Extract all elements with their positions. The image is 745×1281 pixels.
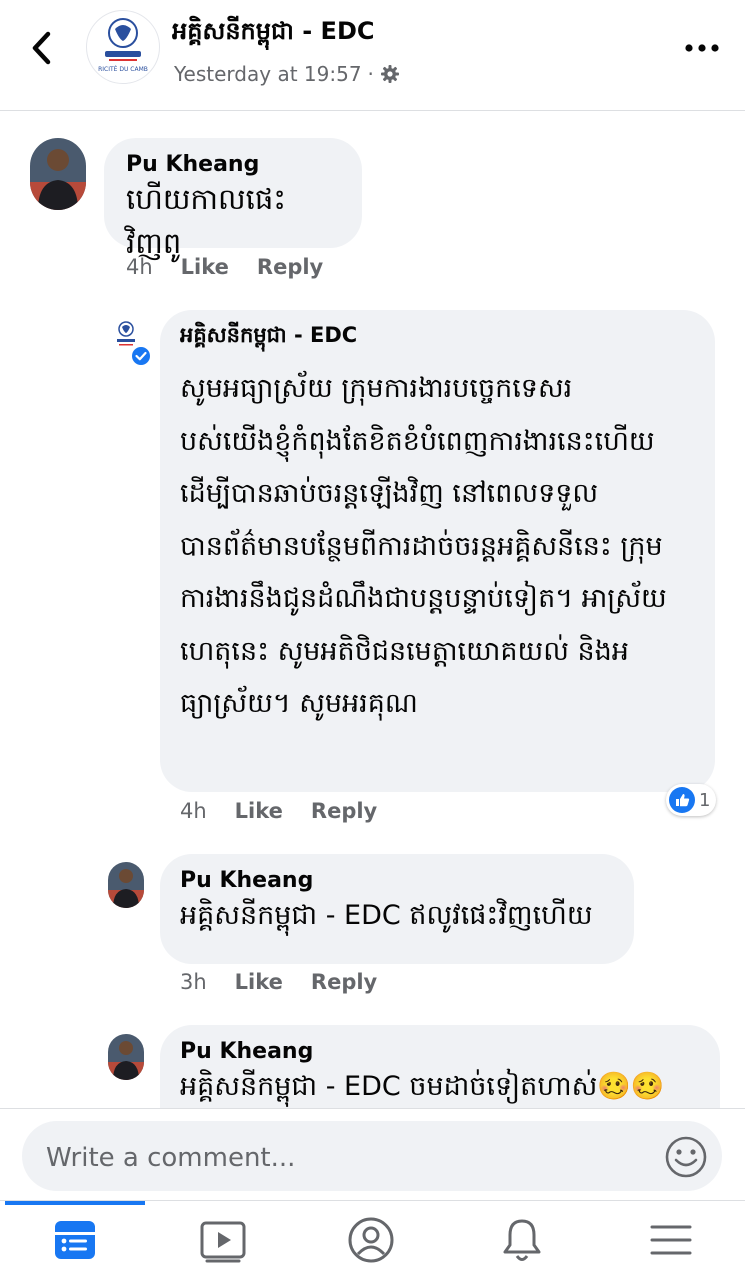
smiley-icon	[665, 1136, 707, 1178]
comment-line: ដើម្បីបានឆាប់ចរន្តឡើងវិញ នៅពេលទទួល	[180, 478, 599, 509]
comment-composer	[0, 1108, 745, 1201]
user-avatar-image	[108, 862, 144, 908]
emoji-button[interactable]	[664, 1135, 708, 1179]
reply-button[interactable]: Reply	[311, 970, 377, 994]
tab-menu[interactable]	[646, 1215, 696, 1265]
comment-line: ហេតុនេះ សូមអតិថិជនមេត្តាយោគយល់ និងអ	[180, 635, 629, 667]
comment-input-box[interactable]	[22, 1121, 722, 1191]
comment-actions: 4h Like Reply	[180, 799, 377, 823]
comment-line: ធ្យាស្រ័យ។ សូមអរគុណ	[180, 688, 418, 719]
page-logo[interactable]: RICITÉ DU CAMB	[86, 10, 160, 84]
thumbs-up-icon	[669, 787, 695, 813]
menu-icon	[650, 1225, 692, 1255]
user-avatar-image	[108, 1034, 144, 1080]
profile-icon	[348, 1217, 394, 1263]
comment-line: ការងារនឹងជូនដំណឹងជាបន្តបន្ទាប់ទៀត។ អាស្រ…	[180, 583, 667, 614]
post-meta: Yesterday at 19:57 ·	[174, 62, 400, 86]
reaction-count-value: 1	[699, 789, 711, 811]
tab-watch[interactable]	[198, 1215, 248, 1265]
active-tab-indicator	[5, 1201, 145, 1205]
verified-badge	[130, 345, 152, 367]
avatar[interactable]	[108, 862, 144, 908]
tab-news-feed[interactable]	[50, 1215, 100, 1265]
tab-notifications[interactable]	[497, 1215, 547, 1265]
watch-video-icon	[200, 1221, 246, 1263]
comment-actions: 3h Like Reply	[180, 970, 377, 994]
reaction-count[interactable]: 1	[666, 784, 717, 816]
comment-author[interactable]: Pu Kheang	[180, 1039, 700, 1064]
post-timestamp[interactable]: Yesterday at 19:57	[174, 62, 362, 86]
notifications-bell-icon	[503, 1219, 541, 1261]
more-dots-icon	[685, 44, 719, 52]
comment-author[interactable]: Pu Kheang	[180, 868, 614, 893]
comment-bubble[interactable]: Pu Kheang អគ្គិសនីកម្ពុជា - EDC ឥលូវផេះវ…	[160, 854, 634, 964]
comment-actions: 4h Like Reply	[126, 255, 323, 279]
post-header: RICITÉ DU CAMB អគ្គិសនីកម្ពុជា - EDC Yes…	[0, 0, 745, 111]
comment-line: អគ្គិសនីកម្ពុជា - EDC ចមដាច់ទៀតហាស់	[180, 1071, 598, 1102]
news-feed-icon	[55, 1221, 95, 1259]
edc-logo-icon: RICITÉ DU CAMB	[98, 18, 148, 73]
comment-line: បានព័ត៌មានបន្ថែមពីការដាច់ចរន្តអគ្គិសនីនេ…	[180, 530, 663, 562]
reply-button[interactable]: Reply	[257, 255, 323, 279]
reply-button[interactable]: Reply	[311, 799, 377, 823]
comment-line: បស់យើងខ្ញុំកំពុងតែខិតខំបំពេញការងារនេះហើយ	[180, 425, 655, 457]
comment-text: អគ្គិសនីកម្ពុជា - EDC ឥលូវផេះវិញហើយ	[180, 900, 593, 931]
comment-time[interactable]: 4h	[126, 255, 153, 279]
emoji-text: 🥴🥴	[597, 1071, 665, 1102]
comment-time[interactable]: 3h	[180, 970, 207, 994]
meta-separator: ·	[367, 62, 374, 86]
comment-author[interactable]: Pu Kheang	[126, 152, 340, 177]
comment-time[interactable]: 4h	[180, 799, 207, 823]
avatar[interactable]	[30, 138, 86, 210]
comment-text: សូមអធ្យាស្រ័យ ក្រុមការងារបច្ចេកទេសរ បស់យ…	[180, 363, 697, 731]
verified-badge-icon	[130, 345, 152, 367]
comment-text: ហើយកាលផេះវិញពូ	[126, 182, 287, 260]
comment-author[interactable]: អគ្គិសនីកម្ពុជា - EDC	[180, 322, 697, 353]
comment-bubble[interactable]: អគ្គិសនីកម្ពុជា - EDC សូមអធ្យាស្រ័យ ក្រុ…	[160, 310, 715, 792]
like-button[interactable]: Like	[235, 970, 283, 994]
gear-icon	[380, 65, 399, 83]
tab-profile[interactable]	[346, 1215, 396, 1265]
comment-line: សូមអធ្យាស្រ័យ ក្រុមការងារបច្ចេកទេសរ	[180, 373, 573, 404]
comment-bubble[interactable]: Pu Kheang ហើយកាលផេះវិញពូ	[104, 138, 362, 260]
user-avatar-image	[30, 138, 86, 210]
like-button[interactable]: Like	[235, 799, 283, 823]
more-options-button[interactable]	[684, 40, 720, 54]
logo-caption: RICITÉ DU CAMB	[98, 65, 148, 73]
bottom-tab-bar	[0, 1200, 745, 1281]
chevron-left-icon	[32, 31, 51, 65]
comment-input[interactable]	[44, 1135, 648, 1181]
back-button[interactable]	[26, 28, 58, 68]
avatar[interactable]	[108, 1034, 144, 1080]
like-button[interactable]: Like	[181, 255, 229, 279]
page-name[interactable]: អគ្គិសនីកម្ពុជា - EDC	[172, 16, 374, 51]
comment-text: អគ្គិសនីកម្ពុជា - EDC ចមដាច់ទៀតហាស់🥴🥴	[180, 1064, 700, 1110]
